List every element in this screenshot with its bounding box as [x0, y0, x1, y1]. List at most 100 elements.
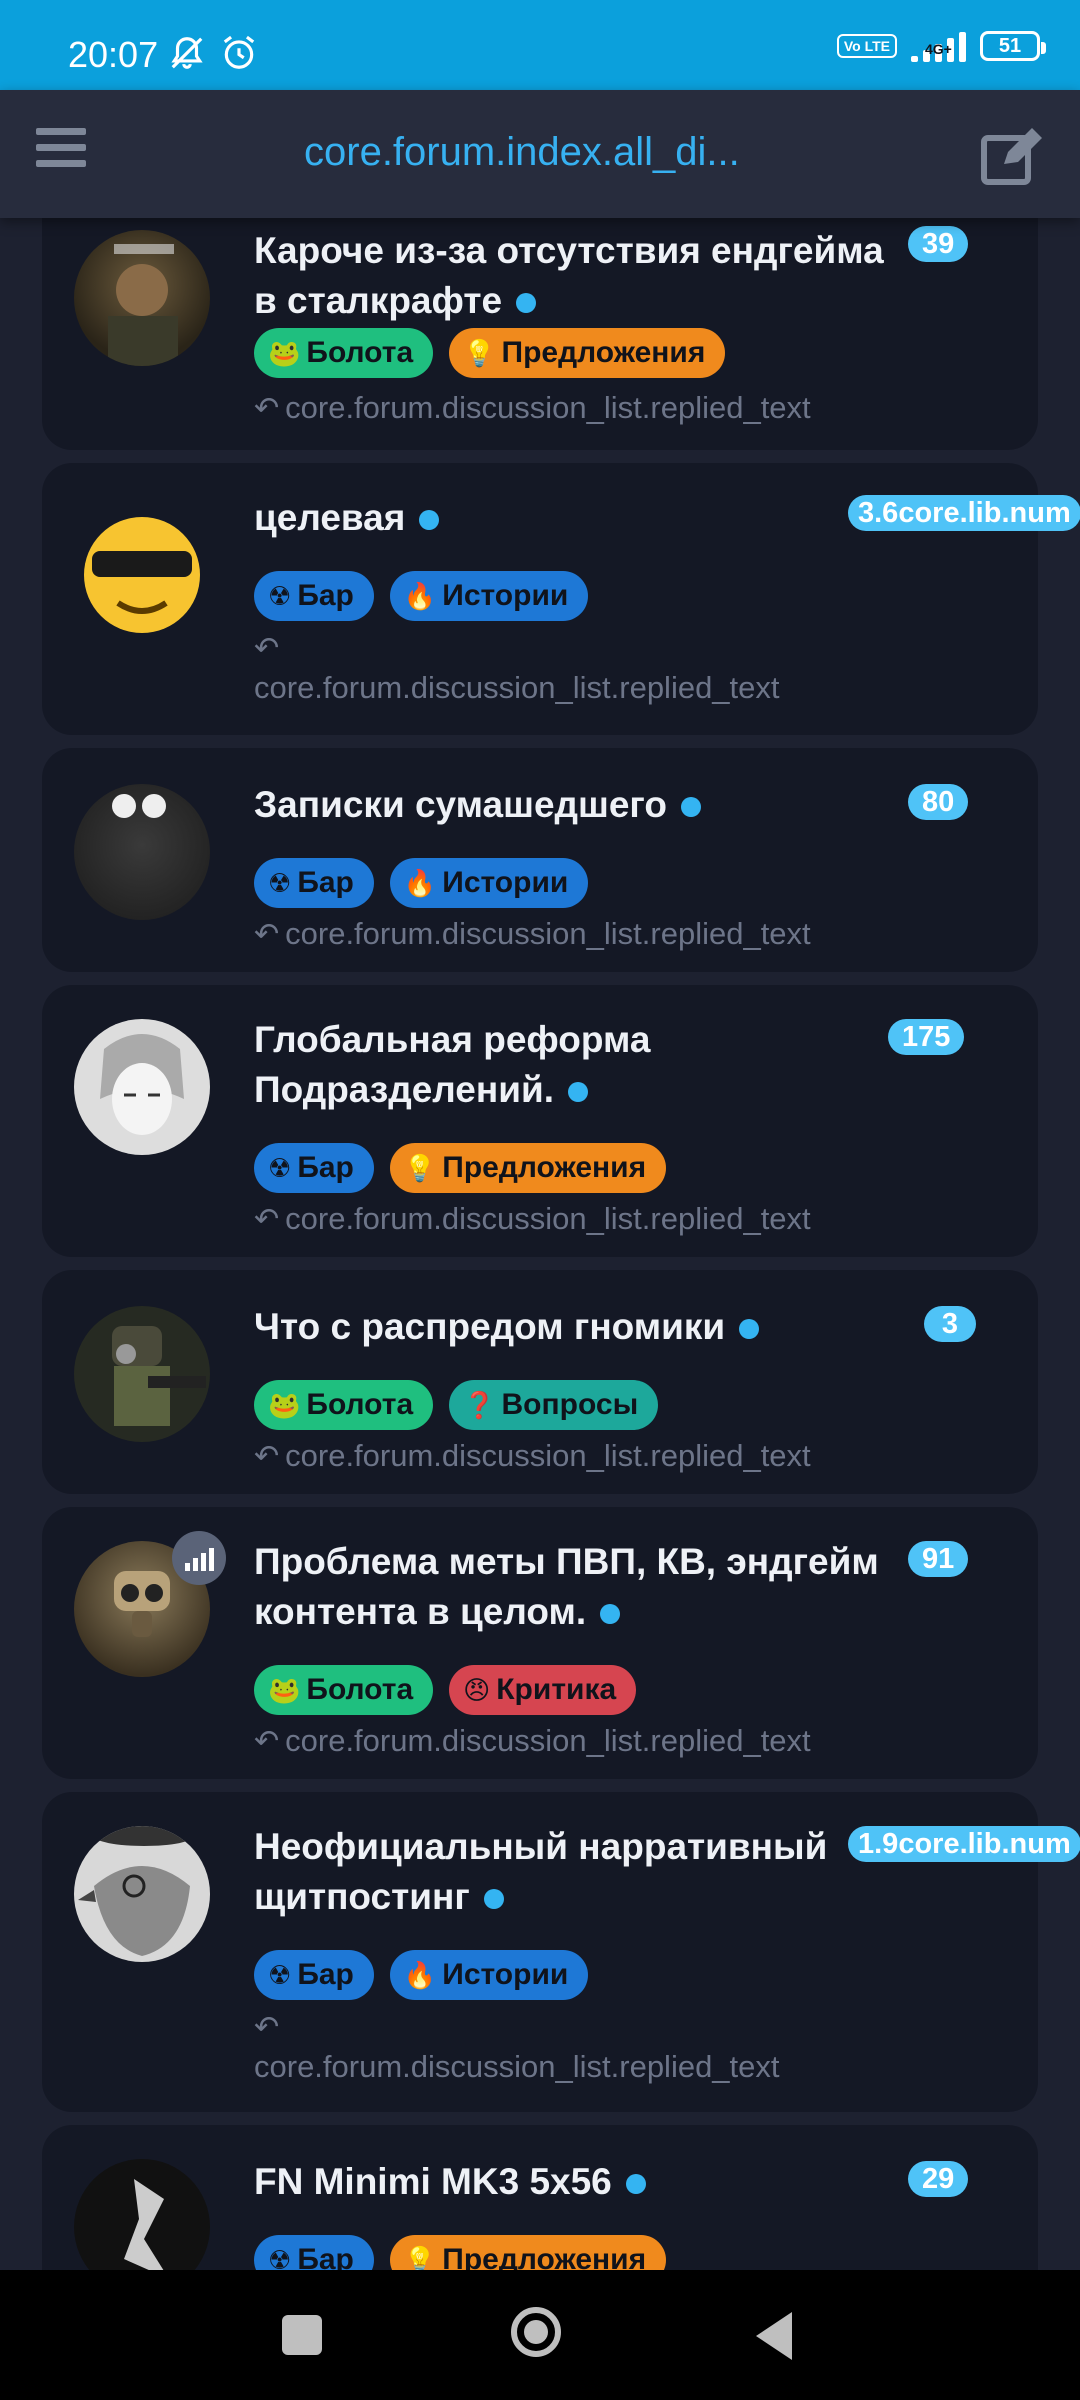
reply-count: 91 — [908, 1541, 969, 1577]
tag[interactable]: 🔥 Истории — [389, 1950, 589, 2000]
tag[interactable]: 🔥 Истории — [389, 571, 589, 621]
lightbulb-icon: 💡 — [463, 337, 496, 368]
signal-icon: 4G+ — [911, 30, 966, 62]
avatar — [74, 784, 210, 920]
tag[interactable]: 😠 Критика — [449, 1665, 637, 1715]
network-type: 4G+ — [925, 41, 952, 57]
discussion-title[interactable]: Записки сумашедшего — [254, 780, 904, 830]
alarm-icon — [223, 35, 255, 69]
radiation-icon: ☢ — [268, 867, 292, 898]
discussion-title[interactable]: Кароче из-за отсутствия ендгейма в сталк… — [254, 226, 904, 326]
discussion-title[interactable]: Что с распредом гномики — [254, 1302, 904, 1352]
muted-bell-icon — [171, 37, 203, 69]
status-right: Vo LTE 4G+ 51 — [836, 30, 1046, 62]
reply-count: 39 — [908, 226, 969, 262]
volte-badge: Vo LTE — [836, 34, 897, 58]
system-nav-bar — [0, 2270, 1080, 2400]
discussion-card[interactable]: Проблема меты ПВП, КВ, эндгейм контента … — [42, 1507, 1038, 1779]
radiation-icon: ☢ — [268, 1152, 292, 1183]
discussion-card[interactable]: FN Minimi MK3 5x56 29 ☢ Бар 💡 Предложения — [42, 2125, 1038, 2270]
reply-icon: ↶ — [254, 1724, 280, 1758]
reply-icon: ↶ — [254, 917, 280, 951]
tag[interactable]: 🐸 Болота — [254, 328, 434, 378]
tag-list: ☢ Бар 🔥 Истории — [254, 571, 589, 621]
unread-dot — [568, 1082, 588, 1103]
avatar — [74, 1306, 210, 1442]
home-button[interactable] — [511, 2307, 561, 2357]
tag[interactable]: 💡 Предложения — [389, 2235, 667, 2271]
replied-line: ↶ core.forum.discussion_list.replied_text — [254, 1723, 811, 1758]
status-icons — [168, 34, 258, 72]
frog-icon: 🐸 — [268, 337, 301, 368]
reply-count: 175 — [888, 1019, 965, 1055]
unread-dot — [483, 1889, 504, 1910]
radiation-icon: ☢ — [268, 2244, 292, 2271]
tag-list: 🐸 Болота 😠 Критика — [254, 1665, 637, 1715]
unread-dot — [680, 797, 701, 818]
unread-dot — [600, 1604, 621, 1625]
reply-count: 3.6core.lib.num — [848, 495, 1080, 531]
reply-icon: ↶ — [254, 391, 280, 425]
tag[interactable]: 💡 Предложения — [389, 1143, 667, 1193]
unread-dot — [516, 293, 537, 314]
angry-face-icon: 😠 — [463, 1674, 491, 1705]
flame-icon: 🔥 — [403, 580, 437, 611]
replied-line: ↶ core.forum.discussion_list.replied_text — [254, 390, 811, 425]
tag-list: 🐸 Болота 💡 Предложения — [254, 328, 726, 378]
discussion-card[interactable]: Что с распредом гномики 3 🐸 Болота ❓ Вопро… — [42, 1270, 1038, 1494]
tag[interactable]: ☢ Бар — [254, 1950, 374, 2000]
discussion-title[interactable]: Проблема меты ПВП, КВ, эндгейм контента … — [254, 1537, 904, 1637]
reply-icon: ↶ — [254, 1439, 280, 1473]
reply-count: 80 — [908, 784, 969, 820]
unread-dot — [625, 2174, 646, 2195]
discussion-title[interactable]: FN Minimi MK3 5x56 — [254, 2157, 904, 2207]
back-button[interactable] — [756, 2312, 792, 2360]
tag-list: ☢ Бар 🔥 Истории — [254, 1950, 589, 2000]
tag[interactable]: ☢ Бар — [254, 571, 374, 621]
reply-icon: ↶ — [254, 1202, 280, 1236]
discussion-card[interactable]: целевая 3.6core.lib.num ☢ Бар 🔥 Истории ↶ … — [42, 463, 1080, 735]
replied-line: ↶ core.forum.discussion_list.replied_tex… — [254, 2011, 780, 2084]
battery-level: 51 — [998, 34, 1022, 57]
reply-icon: ↶ — [254, 2011, 280, 2044]
tag[interactable]: ☢ Бар — [254, 858, 374, 908]
tag-list: ☢ Бар 💡 Предложения — [254, 2235, 667, 2271]
unread-dot — [739, 1319, 760, 1340]
avatar — [74, 2159, 210, 2270]
avatar — [74, 507, 210, 643]
menu-icon[interactable] — [36, 128, 86, 178]
tag-list: ☢ Бар 💡 Предложения — [254, 1143, 667, 1193]
discussion-card[interactable]: Глобальная реформа Подразделений. 175 ☢ Б… — [42, 985, 1038, 1257]
reply-count: 29 — [908, 2161, 969, 2197]
reply-icon: ↶ — [254, 632, 280, 665]
avatar — [74, 230, 210, 366]
tag[interactable]: 🔥 Истории — [389, 858, 589, 908]
flame-icon: 🔥 — [403, 867, 437, 898]
frog-icon: 🐸 — [268, 1389, 301, 1420]
discussion-title[interactable]: Глобальная реформа Подразделений. — [254, 1015, 904, 1115]
status-time: 20:07 — [68, 34, 159, 75]
radiation-icon: ☢ — [268, 580, 292, 611]
tag-list: 🐸 Болота ❓ Вопросы — [254, 1380, 659, 1430]
discussion-card[interactable]: Записки сумашедшего 80 ☢ Бар 🔥 Истории ↶ co… — [42, 748, 1038, 972]
replied-line: ↶ core.forum.discussion_list.replied_text — [254, 1438, 811, 1473]
tag[interactable]: 💡 Предложения — [449, 328, 726, 378]
status-bar: 20:07 Vo LTE 4G+ 51 — [0, 0, 1080, 90]
discussion-title[interactable]: Неофициальный нарративный щитпостинг — [254, 1822, 904, 1922]
avatar — [74, 1019, 210, 1155]
discussion-card[interactable]: Неофициальный нарративный щитпостинг 1.9… — [42, 1792, 1080, 2112]
tag[interactable]: 🐸 Болота — [254, 1665, 434, 1715]
compose-icon[interactable] — [980, 126, 1044, 186]
tag[interactable]: ☢ Бар — [254, 2235, 374, 2270]
tag[interactable]: 🐸 Болота — [254, 1380, 434, 1430]
unread-dot — [419, 510, 440, 531]
lightbulb-icon: 💡 — [403, 2244, 437, 2271]
tag[interactable]: ❓ Вопросы — [449, 1380, 659, 1430]
discussion-card[interactable]: Кароче из-за отсутствия ендгейма в сталк… — [42, 218, 1038, 450]
replied-line: ↶ core.forum.discussion_list.replied_text — [254, 916, 811, 951]
avatar — [74, 1826, 210, 1962]
discussion-title[interactable]: целевая — [254, 493, 904, 543]
discussion-list[interactable]: Кароче из-за отсутствия ендгейма в сталк… — [0, 218, 1080, 2270]
recents-button[interactable] — [282, 2315, 322, 2355]
tag[interactable]: ☢ Бар — [254, 1143, 374, 1193]
